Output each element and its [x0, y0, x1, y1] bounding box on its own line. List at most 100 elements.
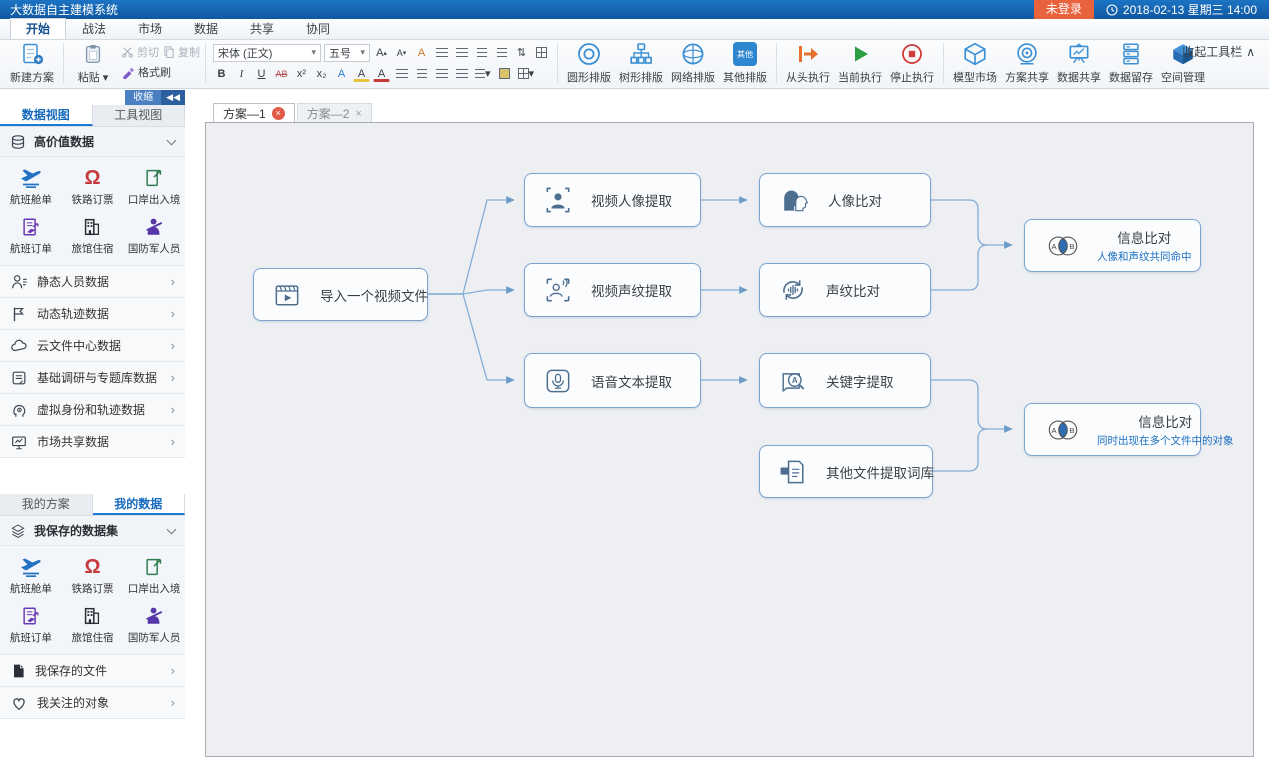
data-item-flight-order[interactable]: 航班订单	[0, 599, 62, 648]
line-spacing-button[interactable]: ▾	[473, 65, 493, 83]
model-market-button[interactable]: 模型市场	[949, 41, 1001, 86]
category-static-personnel[interactable]: 静态人员数据 ›	[0, 266, 185, 298]
section-high-value-data[interactable]: 高价值数据	[0, 127, 185, 157]
category-dynamic-trajectory[interactable]: 动态轨迹数据 ›	[0, 298, 185, 330]
bold-button[interactable]: B	[213, 65, 230, 83]
subscript-button[interactable]: x₂	[313, 65, 330, 83]
category-research-library[interactable]: 基础调研与专题库数据 ›	[0, 362, 185, 394]
close-tab-icon[interactable]: ×	[355, 108, 361, 120]
node-import-video[interactable]: 导入一个视频文件	[253, 268, 428, 321]
keyword-search-icon: A	[776, 365, 810, 397]
shading-button[interactable]	[496, 65, 513, 83]
data-share-button[interactable]: 数据共享	[1053, 41, 1105, 86]
doc-tab-plan-2[interactable]: 方案—2 ×	[297, 103, 372, 123]
flow-canvas[interactable]: 导入一个视频文件 视频人像提取	[205, 122, 1254, 757]
stop-execution-button[interactable]: 停止执行	[886, 41, 938, 86]
section-saved-datasets[interactable]: 我保存的数据集	[0, 516, 185, 546]
tree-layout-button[interactable]: 树形排版	[615, 41, 667, 86]
font-size-select[interactable]: 五号▾	[324, 44, 370, 62]
data-item-flight-manifest[interactable]: 航班舱单	[0, 161, 62, 210]
borders-button[interactable]: ▾	[516, 65, 537, 83]
strikethrough-button[interactable]: AB	[273, 65, 290, 83]
category-virtual-identity[interactable]: 虚拟身份和轨迹数据 ›	[0, 394, 185, 426]
tab-market[interactable]: 市场	[122, 18, 178, 39]
node-info-compare-2[interactable]: A B 信息比对 同时出现在多个文件中的对象	[1024, 403, 1201, 456]
data-item-military-personnel[interactable]: 国防军人员	[123, 599, 185, 648]
node-voice-extract[interactable]: 视频声纹提取	[524, 263, 701, 317]
data-item-hotel-stay[interactable]: 旅馆住宿	[62, 210, 124, 259]
data-item-port-entry[interactable]: 口岸出入境	[123, 161, 185, 210]
node-keyword-extract[interactable]: A 关键字提取	[759, 353, 931, 408]
close-tab-icon[interactable]: ×	[272, 107, 285, 120]
data-item-port-entry[interactable]: 口岸出入境	[123, 550, 185, 599]
font-name-select[interactable]: 宋体 (正文)▾	[213, 44, 321, 62]
node-voice-compare[interactable]: 声纹比对	[759, 263, 931, 317]
tab-my-plans[interactable]: 我的方案	[0, 494, 93, 515]
scissors-icon[interactable]	[121, 45, 134, 58]
bullet-list-button[interactable]	[433, 44, 450, 62]
data-item-railway-ticket[interactable]: Ω 铁路订票	[62, 550, 124, 599]
superscript-button[interactable]: x²	[293, 65, 310, 83]
doc-tab-plan-1[interactable]: 方案—1 ×	[213, 103, 295, 123]
grow-font-button[interactable]: A▴	[373, 44, 390, 62]
copy-button[interactable]: 复制	[178, 44, 200, 60]
justify-button[interactable]	[453, 65, 470, 83]
node-face-extract[interactable]: 视频人像提取	[524, 173, 701, 227]
data-item-railway-ticket[interactable]: Ω 铁路订票	[62, 161, 124, 210]
sidebar-collapse-button[interactable]: 收缩 ◀◀	[0, 90, 185, 105]
run-from-start-button[interactable]: 从头执行	[782, 41, 834, 86]
tab-tactics[interactable]: 战法	[66, 18, 122, 39]
underline-button[interactable]: U	[253, 65, 270, 83]
data-item-hotel-stay[interactable]: 旅馆住宿	[62, 599, 124, 648]
tab-collab[interactable]: 协同	[290, 18, 346, 39]
cut-button[interactable]: 剪切	[137, 44, 159, 60]
data-retention-button[interactable]: 数据留存	[1105, 41, 1157, 86]
change-case-button[interactable]: A	[413, 44, 430, 62]
caret-down-icon: ▾	[311, 47, 316, 58]
numbered-list-button[interactable]	[453, 44, 470, 62]
category-market-shared[interactable]: 市场共享数据 ›	[0, 426, 185, 458]
data-item-flight-manifest[interactable]: 航班舱单	[0, 550, 62, 599]
document-card-icon	[776, 456, 810, 488]
data-item-flight-order[interactable]: 航班订单	[0, 210, 62, 259]
caret-up-icon: ∧	[1246, 45, 1255, 59]
other-layout-button[interactable]: 其他 其他排版	[719, 41, 771, 86]
sort-button[interactable]: ⇅	[513, 44, 530, 62]
plan-share-button[interactable]: 方案共享	[1001, 41, 1053, 86]
tab-tool-view[interactable]: 工具视图	[93, 105, 186, 126]
node-other-files-lexicon[interactable]: 其他文件提取词库	[759, 445, 933, 498]
tab-home[interactable]: 开始	[10, 18, 66, 39]
shrink-font-button[interactable]: A▾	[393, 44, 410, 62]
network-layout-button[interactable]: 网络排版	[667, 41, 719, 86]
align-right-button[interactable]	[433, 65, 450, 83]
tab-share[interactable]: 共享	[234, 18, 290, 39]
node-info-compare-1[interactable]: A B 信息比对 人像和声纹共同命中	[1024, 219, 1201, 272]
app-window: 大数据自主建模系统 未登录 2018-02-13 星期三 14:00 开始 战法…	[0, 0, 1269, 774]
category-cloud-files[interactable]: 云文件中心数据 ›	[0, 330, 185, 362]
format-painter-row[interactable]: 格式刷	[121, 64, 200, 80]
tab-data[interactable]: 数据	[178, 18, 234, 39]
new-plan-button[interactable]: 新建方案	[6, 41, 58, 86]
increase-indent-button[interactable]	[493, 44, 510, 62]
node-face-compare[interactable]: 人像比对	[759, 173, 931, 227]
tab-data-view[interactable]: 数据视图	[0, 105, 93, 126]
data-item-military-personnel[interactable]: 国防军人员	[123, 210, 185, 259]
circle-layout-button[interactable]: 圆形排版	[563, 41, 615, 86]
category-followed-objects[interactable]: 我关注的对象 ›	[0, 687, 185, 719]
tab-my-data[interactable]: 我的数据	[93, 494, 186, 515]
run-current-button[interactable]: 当前执行	[834, 41, 886, 86]
table-button[interactable]	[533, 44, 550, 62]
text-effects-button[interactable]: A	[333, 65, 350, 83]
node-speech-to-text[interactable]: 语音文本提取	[524, 353, 701, 408]
collapse-toolbar-button[interactable]: 收起工具栏 ∧	[1182, 43, 1255, 60]
align-center-button[interactable]	[413, 65, 430, 83]
category-saved-files[interactable]: 我保存的文件 ›	[0, 655, 185, 687]
highlight-color-button[interactable]: A	[353, 68, 370, 82]
font-color-button[interactable]: A	[373, 68, 390, 82]
paste-button[interactable]: 粘贴 ▾	[69, 41, 117, 86]
copy-icon[interactable]	[162, 45, 175, 58]
decrease-indent-button[interactable]	[473, 44, 490, 62]
italic-button[interactable]: I	[233, 65, 250, 83]
align-left-button[interactable]	[393, 65, 410, 83]
login-status-badge[interactable]: 未登录	[1034, 0, 1094, 19]
